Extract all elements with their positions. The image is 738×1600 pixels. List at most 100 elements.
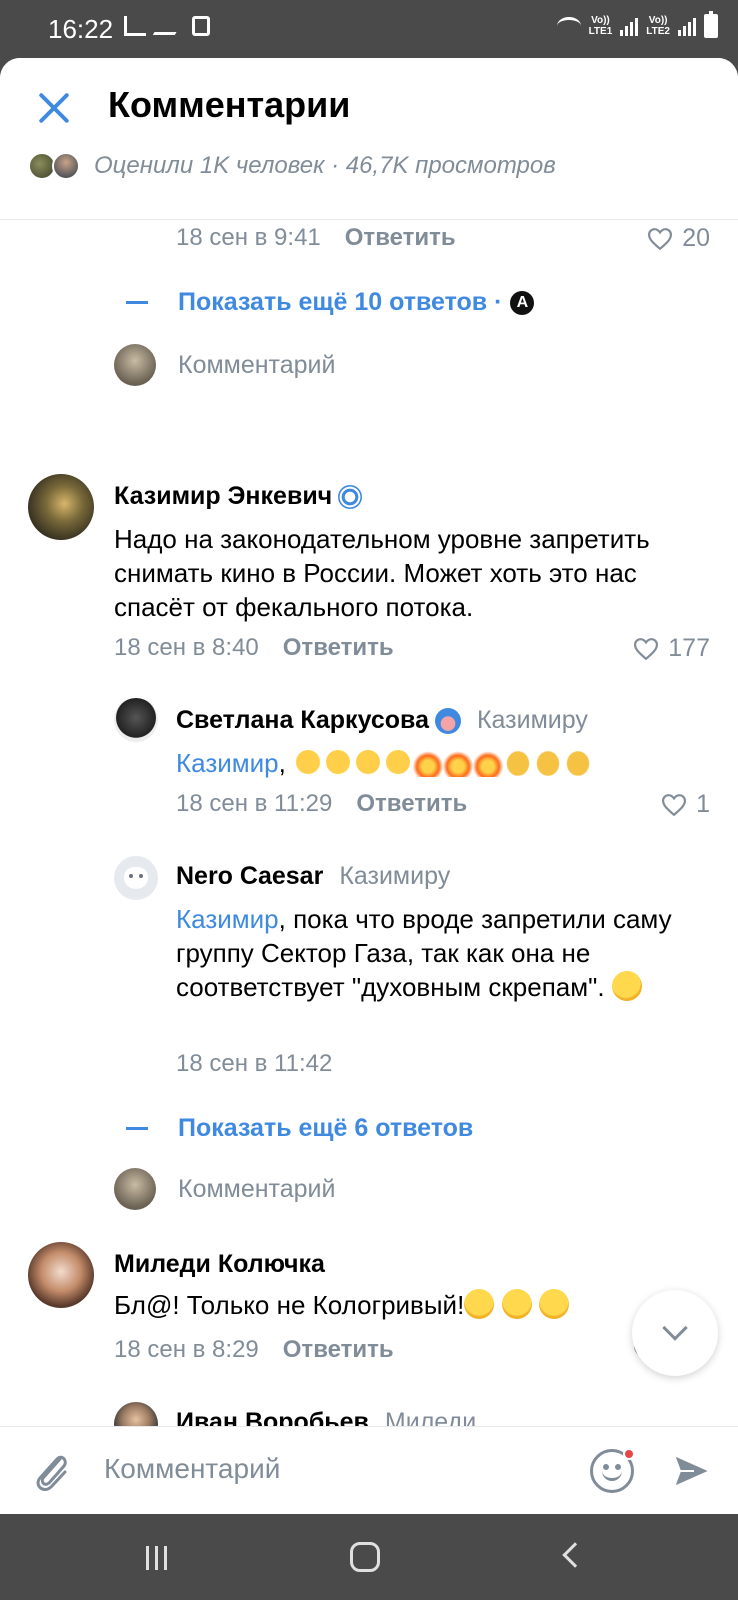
- author-name: Светлана Каркусова: [176, 706, 429, 734]
- dizzy-face-icon: [538, 1289, 569, 1319]
- sim2-label: Vo)) LTE2: [646, 15, 670, 37]
- mention-link[interactable]: Казимир: [176, 904, 279, 934]
- fire-icon: [413, 747, 444, 777]
- send-icon[interactable]: [672, 1453, 712, 1489]
- avatar[interactable]: [114, 856, 158, 900]
- comment-author[interactable]: Казимир Энкевич: [114, 482, 363, 511]
- reply-button[interactable]: Ответить: [356, 790, 467, 818]
- post-stats[interactable]: Оценили 1K человек · 46,7K просмотров: [28, 152, 556, 180]
- comment-date: 18 сен в 8:40: [114, 634, 259, 661]
- back-icon[interactable]: [562, 1542, 588, 1568]
- like-count: 1: [696, 790, 710, 818]
- anonymous-badge-icon: A: [510, 290, 535, 315]
- comment-input[interactable]: Комментарий: [104, 1453, 280, 1485]
- mention-link[interactable]: Казимир: [176, 748, 279, 778]
- signal-icon: [678, 16, 696, 36]
- status-time: 16:22: [48, 14, 114, 44]
- avatar[interactable]: [28, 1242, 94, 1308]
- like-button[interactable]: 1: [660, 790, 710, 819]
- dizzy-face-icon: [464, 1289, 495, 1319]
- avatar[interactable]: [114, 698, 158, 742]
- comment-date: 18 сен в 8:29: [114, 1336, 259, 1363]
- comment-author[interactable]: Миледи Колючка: [114, 1250, 325, 1279]
- paperclip-icon[interactable]: [30, 1447, 72, 1495]
- author-name: Nero Caesar: [176, 862, 324, 890]
- like-button[interactable]: 20: [646, 224, 710, 253]
- comments-list[interactable]: 18 сен в 9:41 Ответить 20 Показать ещё 1…: [0, 220, 738, 1484]
- comment-text-body: ,: [278, 748, 294, 778]
- comment-meta: 18 сен в 11:29 Ответить: [176, 790, 467, 818]
- comment-text-body: Бл@! Только не Кологривый!: [114, 1290, 465, 1320]
- system-nav-bar: [0, 1514, 738, 1600]
- heart-icon: [634, 637, 659, 660]
- show-more-label: Показать ещё 6 ответов: [178, 1114, 474, 1142]
- avatar: [114, 1168, 156, 1210]
- composer-placeholder: Комментарий: [178, 350, 336, 379]
- avatar: [114, 344, 156, 386]
- heart-icon: [648, 227, 673, 250]
- deleted-user-dog-icon: [124, 867, 148, 889]
- smile-icon[interactable]: [590, 1448, 635, 1493]
- comment-text: Казимир, пока что вроде запретили саму г…: [176, 902, 696, 1006]
- fire-icon: [473, 747, 504, 777]
- show-more-replies[interactable]: Показать ещё 10 ответов · A: [126, 288, 535, 317]
- reply-button[interactable]: Ответить: [345, 224, 456, 252]
- home-icon[interactable]: [350, 1542, 380, 1572]
- dash-icon: [126, 301, 148, 304]
- close-icon[interactable]: [32, 86, 76, 130]
- reply-meta: 18 сен в 9:41 Ответить: [176, 224, 456, 252]
- notification-icon: [192, 16, 210, 36]
- reply-to: Казимиру: [476, 706, 588, 734]
- composer-placeholder: Комментарий: [178, 1174, 336, 1203]
- like-count: 177: [668, 634, 710, 662]
- reply-composer[interactable]: Комментарий: [114, 344, 335, 386]
- smile-mouth: [602, 1470, 622, 1481]
- thumbs-up-icon: [323, 747, 354, 777]
- author-name: Казимир Энкевич: [114, 482, 333, 510]
- comment-author[interactable]: Nero Caesar Казимиру: [176, 862, 450, 891]
- scroll-down-button[interactable]: [632, 1290, 718, 1376]
- signal-icon: [620, 16, 639, 36]
- comment-meta: 18 сен в 8:29 Ответить: [114, 1336, 394, 1364]
- reply-to: Казимиру: [339, 862, 451, 890]
- chevron-down-icon: [662, 1315, 688, 1341]
- handshake-icon: [533, 747, 564, 777]
- dash-icon: [126, 1127, 148, 1130]
- handshake-icon: [503, 747, 534, 777]
- verified-badge-icon: [338, 484, 363, 509]
- comment-text: Казимир,: [176, 746, 716, 780]
- sim1-label: Vo)) LTE1: [588, 15, 613, 37]
- comments-sheet: Комментарии Оценили 1K человек · 46,7K п…: [0, 58, 738, 1514]
- status-bar: 16:22 Vo)) LTE1 Vo)) LTE2: [0, 0, 738, 58]
- thumbs-up-icon: [383, 747, 414, 777]
- reply-composer[interactable]: Комментарий: [114, 1168, 335, 1210]
- handshake-icon: [563, 747, 594, 777]
- show-more-replies[interactable]: Показать ещё 6 ответов: [126, 1114, 473, 1143]
- reply-button[interactable]: Ответить: [283, 634, 394, 662]
- reply-button[interactable]: Ответить: [283, 1336, 394, 1364]
- like-count: 20: [682, 224, 710, 252]
- notification-icon: [152, 17, 186, 35]
- comment-meta: 18 сен в 8:40 Ответить: [114, 634, 394, 662]
- author-name: Миледи Колючка: [114, 1250, 325, 1278]
- thumbs-up-icon: [293, 747, 324, 777]
- heart-icon: [662, 793, 687, 816]
- comment-input-bar: Комментарий: [0, 1426, 738, 1514]
- notification-icon: [124, 16, 146, 36]
- like-button[interactable]: 177: [632, 634, 710, 663]
- status-right: Vo)) LTE1 Vo)) LTE2: [556, 11, 718, 38]
- comment-author[interactable]: Светлана Каркусова Казимиру: [176, 706, 588, 735]
- rofl-emoji-icon: [607, 966, 647, 1006]
- page-title: Комментарии: [108, 84, 351, 125]
- avatar[interactable]: [28, 474, 94, 540]
- fire-icon: [443, 747, 474, 777]
- show-more-label: Показать ещё 10 ответов ·: [178, 288, 503, 316]
- recent-apps-icon[interactable]: [146, 1546, 167, 1570]
- wifi-icon: [556, 17, 581, 35]
- mask-emoji-icon: [434, 707, 461, 734]
- stats-text: Оценили 1K человек · 46,7K просмотров: [94, 152, 556, 179]
- comment-meta: 18 сен в 11:42: [176, 1050, 332, 1078]
- thumbs-up-icon: [353, 747, 384, 777]
- comment-text: Надо на законодательном уровне запретить…: [114, 524, 650, 622]
- avatar: [52, 152, 80, 180]
